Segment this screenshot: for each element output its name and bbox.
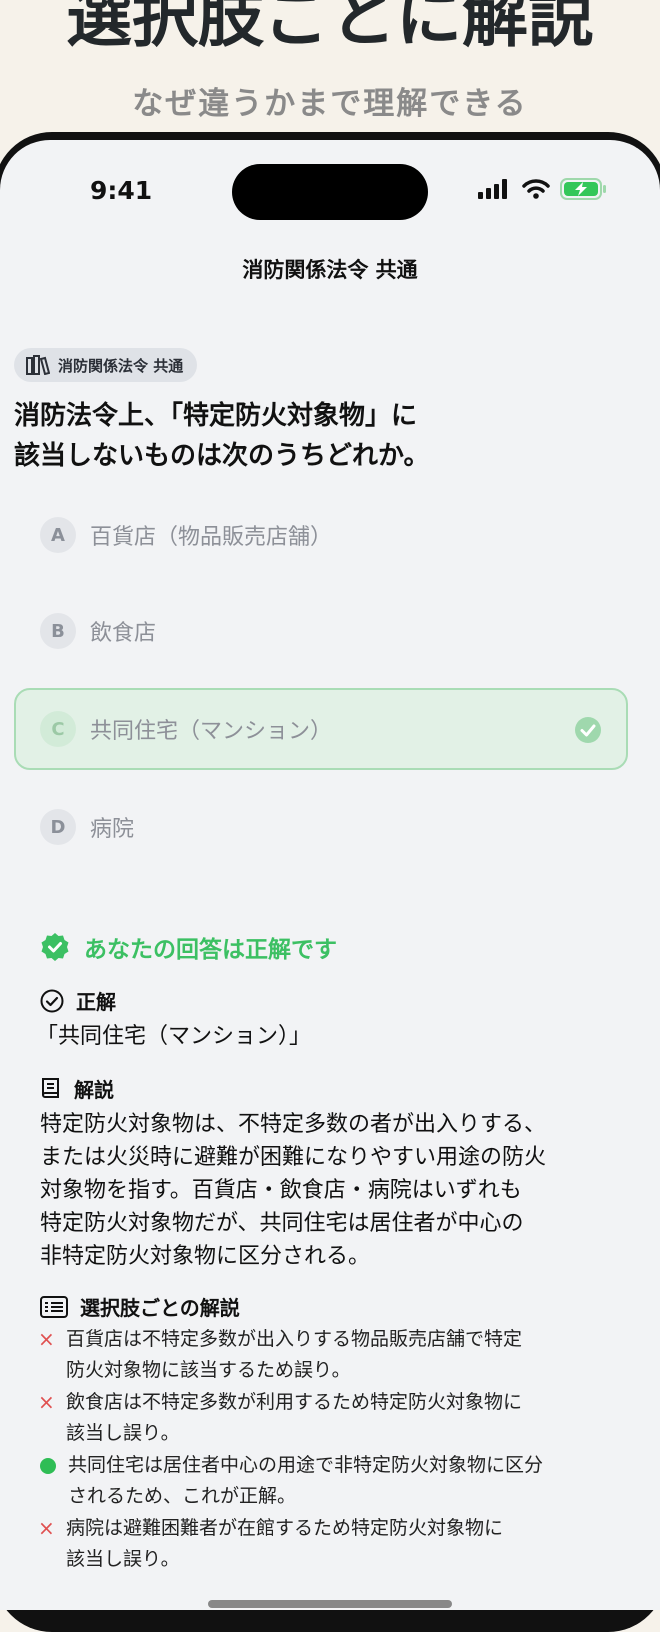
- explanation-line: 非特定防火対象物に区分される。: [40, 1244, 371, 1269]
- option-c[interactable]: C 共同住宅（マンション）: [14, 688, 628, 770]
- result-text: あなたの回答は正解です: [84, 937, 337, 963]
- option-letter: B: [40, 613, 76, 649]
- choice-explanation-item: 共同住宅は居住者中心の用途で非特定防火対象物に区分 されるため、これが正解。: [38, 1450, 638, 1512]
- promo-subtitle: なぜ違うかまで理解できる: [132, 86, 528, 122]
- dynamic-island: [232, 164, 428, 220]
- explanation-line: または火災時に避難が困難になりやすい用途の防火: [40, 1145, 547, 1170]
- books-icon: [26, 355, 50, 375]
- option-d[interactable]: D 病院: [14, 786, 628, 868]
- option-b[interactable]: B 飲食店: [14, 590, 628, 672]
- battery-charging-icon: [560, 178, 606, 200]
- choice-explanation-text: 飲食店は不特定多数が利用するため特定防火対象物に 該当し誤り。: [66, 1387, 626, 1449]
- result-message: あなたの回答は正解です: [40, 930, 337, 964]
- phone-screen: 9:41 消防関係法令 共通 消防関係法令 共通 消防法令上、「特定防火対象物」…: [0, 140, 660, 1610]
- book-icon: [42, 1077, 59, 1098]
- choice-explanation-item: × 病院は避難困難者が在館するため特定防火対象物に 該当し誤り。: [38, 1513, 638, 1575]
- correct-check-icon: [575, 717, 601, 743]
- choice-explanation-text: 百貨店は不特定多数が出入りする物品販売店舗で特定 防火対象物に該当するため誤り。: [66, 1324, 626, 1386]
- option-text: 共同住宅（マンション）: [90, 719, 333, 744]
- status-icons: [478, 178, 608, 200]
- cellular-signal-icon: [478, 179, 507, 199]
- promo-title: 選択肢ごとに解説: [66, 0, 594, 56]
- explanation-line: 特定防火対象物だが、共同住宅は居住者が中心の: [40, 1211, 524, 1236]
- home-indicator[interactable]: [208, 1600, 452, 1608]
- option-text: 飲食店: [90, 621, 157, 646]
- verified-badge-icon: [41, 933, 69, 961]
- explanation-heading-label: 解説: [74, 1078, 114, 1102]
- question-text: 消防法令上、「特定防火対象物」に 該当しないものは次のうちどれか。: [14, 396, 634, 476]
- choice-explanation-line: 該当し誤り。: [66, 1422, 180, 1444]
- wifi-icon: [522, 179, 550, 199]
- choice-explanation-line: 該当し誤り。: [66, 1548, 180, 1570]
- option-letter: A: [40, 517, 76, 553]
- option-a[interactable]: A 百貨店（物品販売店舗）: [14, 494, 628, 576]
- choice-explanation-line: 百貨店は不特定多数が出入りする物品販売店舗で特定: [66, 1328, 523, 1350]
- choice-explanation-list: × 百貨店は不特定多数が出入りする物品販売店舗で特定 防火対象物に該当するため誤…: [38, 1324, 638, 1576]
- choice-explanations-heading: 選択肢ごとの解説: [40, 1292, 240, 1321]
- choice-explanation-text: 病院は避難困難者が在館するため特定防火対象物に 該当し誤り。: [66, 1513, 626, 1575]
- wrong-mark: ×: [38, 1327, 55, 1351]
- choice-explanation-text: 共同住宅は居住者中心の用途で非特定防火対象物に区分 されるため、これが正解。: [68, 1450, 628, 1512]
- explanation-line: 対象物を指す。百貨店・飲食店・病院はいずれも: [40, 1178, 522, 1203]
- question-line: 該当しないものは次のうちどれか。: [14, 441, 430, 471]
- question-line: 消防法令上、「特定防火対象物」に: [14, 401, 418, 431]
- correct-dot: [40, 1458, 56, 1474]
- check-circle-icon: [40, 989, 64, 1012]
- answer-heading-label: 正解: [76, 990, 116, 1014]
- wrong-mark: ×: [38, 1390, 55, 1414]
- option-text: 百貨店（物品販売店舗）: [90, 525, 333, 550]
- wrong-mark: ×: [38, 1516, 55, 1540]
- answer-heading: 正解: [40, 986, 116, 1015]
- choice-explanation-line: 防火対象物に該当するため誤り。: [66, 1359, 351, 1381]
- choice-explanation-line: されるため、これが正解。: [68, 1485, 297, 1507]
- category-label: 消防関係法令 共通: [58, 356, 184, 375]
- status-time: 9:41: [90, 176, 153, 205]
- answer-text: 「共同住宅（マンション）」: [36, 1024, 312, 1049]
- choice-explanation-line: 飲食店は不特定多数が利用するため特定防火対象物に: [66, 1391, 523, 1413]
- choice-explanation-line: 病院は避難困難者が在館するため特定防火対象物に: [66, 1517, 504, 1539]
- choice-explanation-item: × 飲食店は不特定多数が利用するため特定防火対象物に 該当し誤り。: [38, 1387, 638, 1449]
- category-chip: 消防関係法令 共通: [14, 348, 198, 382]
- option-letter: C: [40, 711, 76, 747]
- option-text: 病院: [90, 817, 135, 842]
- list-icon: [40, 1295, 68, 1318]
- nav-title: 消防関係法令 共通: [242, 258, 418, 282]
- explanation-heading: 解説: [40, 1074, 114, 1103]
- explanation-line: 特定防火対象物は、不特定多数の者が出入りする、: [40, 1112, 547, 1137]
- choice-explanations-label: 選択肢ごとの解説: [80, 1296, 240, 1320]
- choice-explanation-line: 共同住宅は居住者中心の用途で非特定防火対象物に区分: [68, 1454, 544, 1476]
- choice-explanation-item: × 百貨店は不特定多数が出入りする物品販売店舗で特定 防火対象物に該当するため誤…: [38, 1324, 638, 1386]
- explanation-body: 特定防火対象物は、不特定多数の者が出入りする、 または火災時に避難が困難になりや…: [40, 1108, 620, 1273]
- option-letter: D: [40, 809, 76, 845]
